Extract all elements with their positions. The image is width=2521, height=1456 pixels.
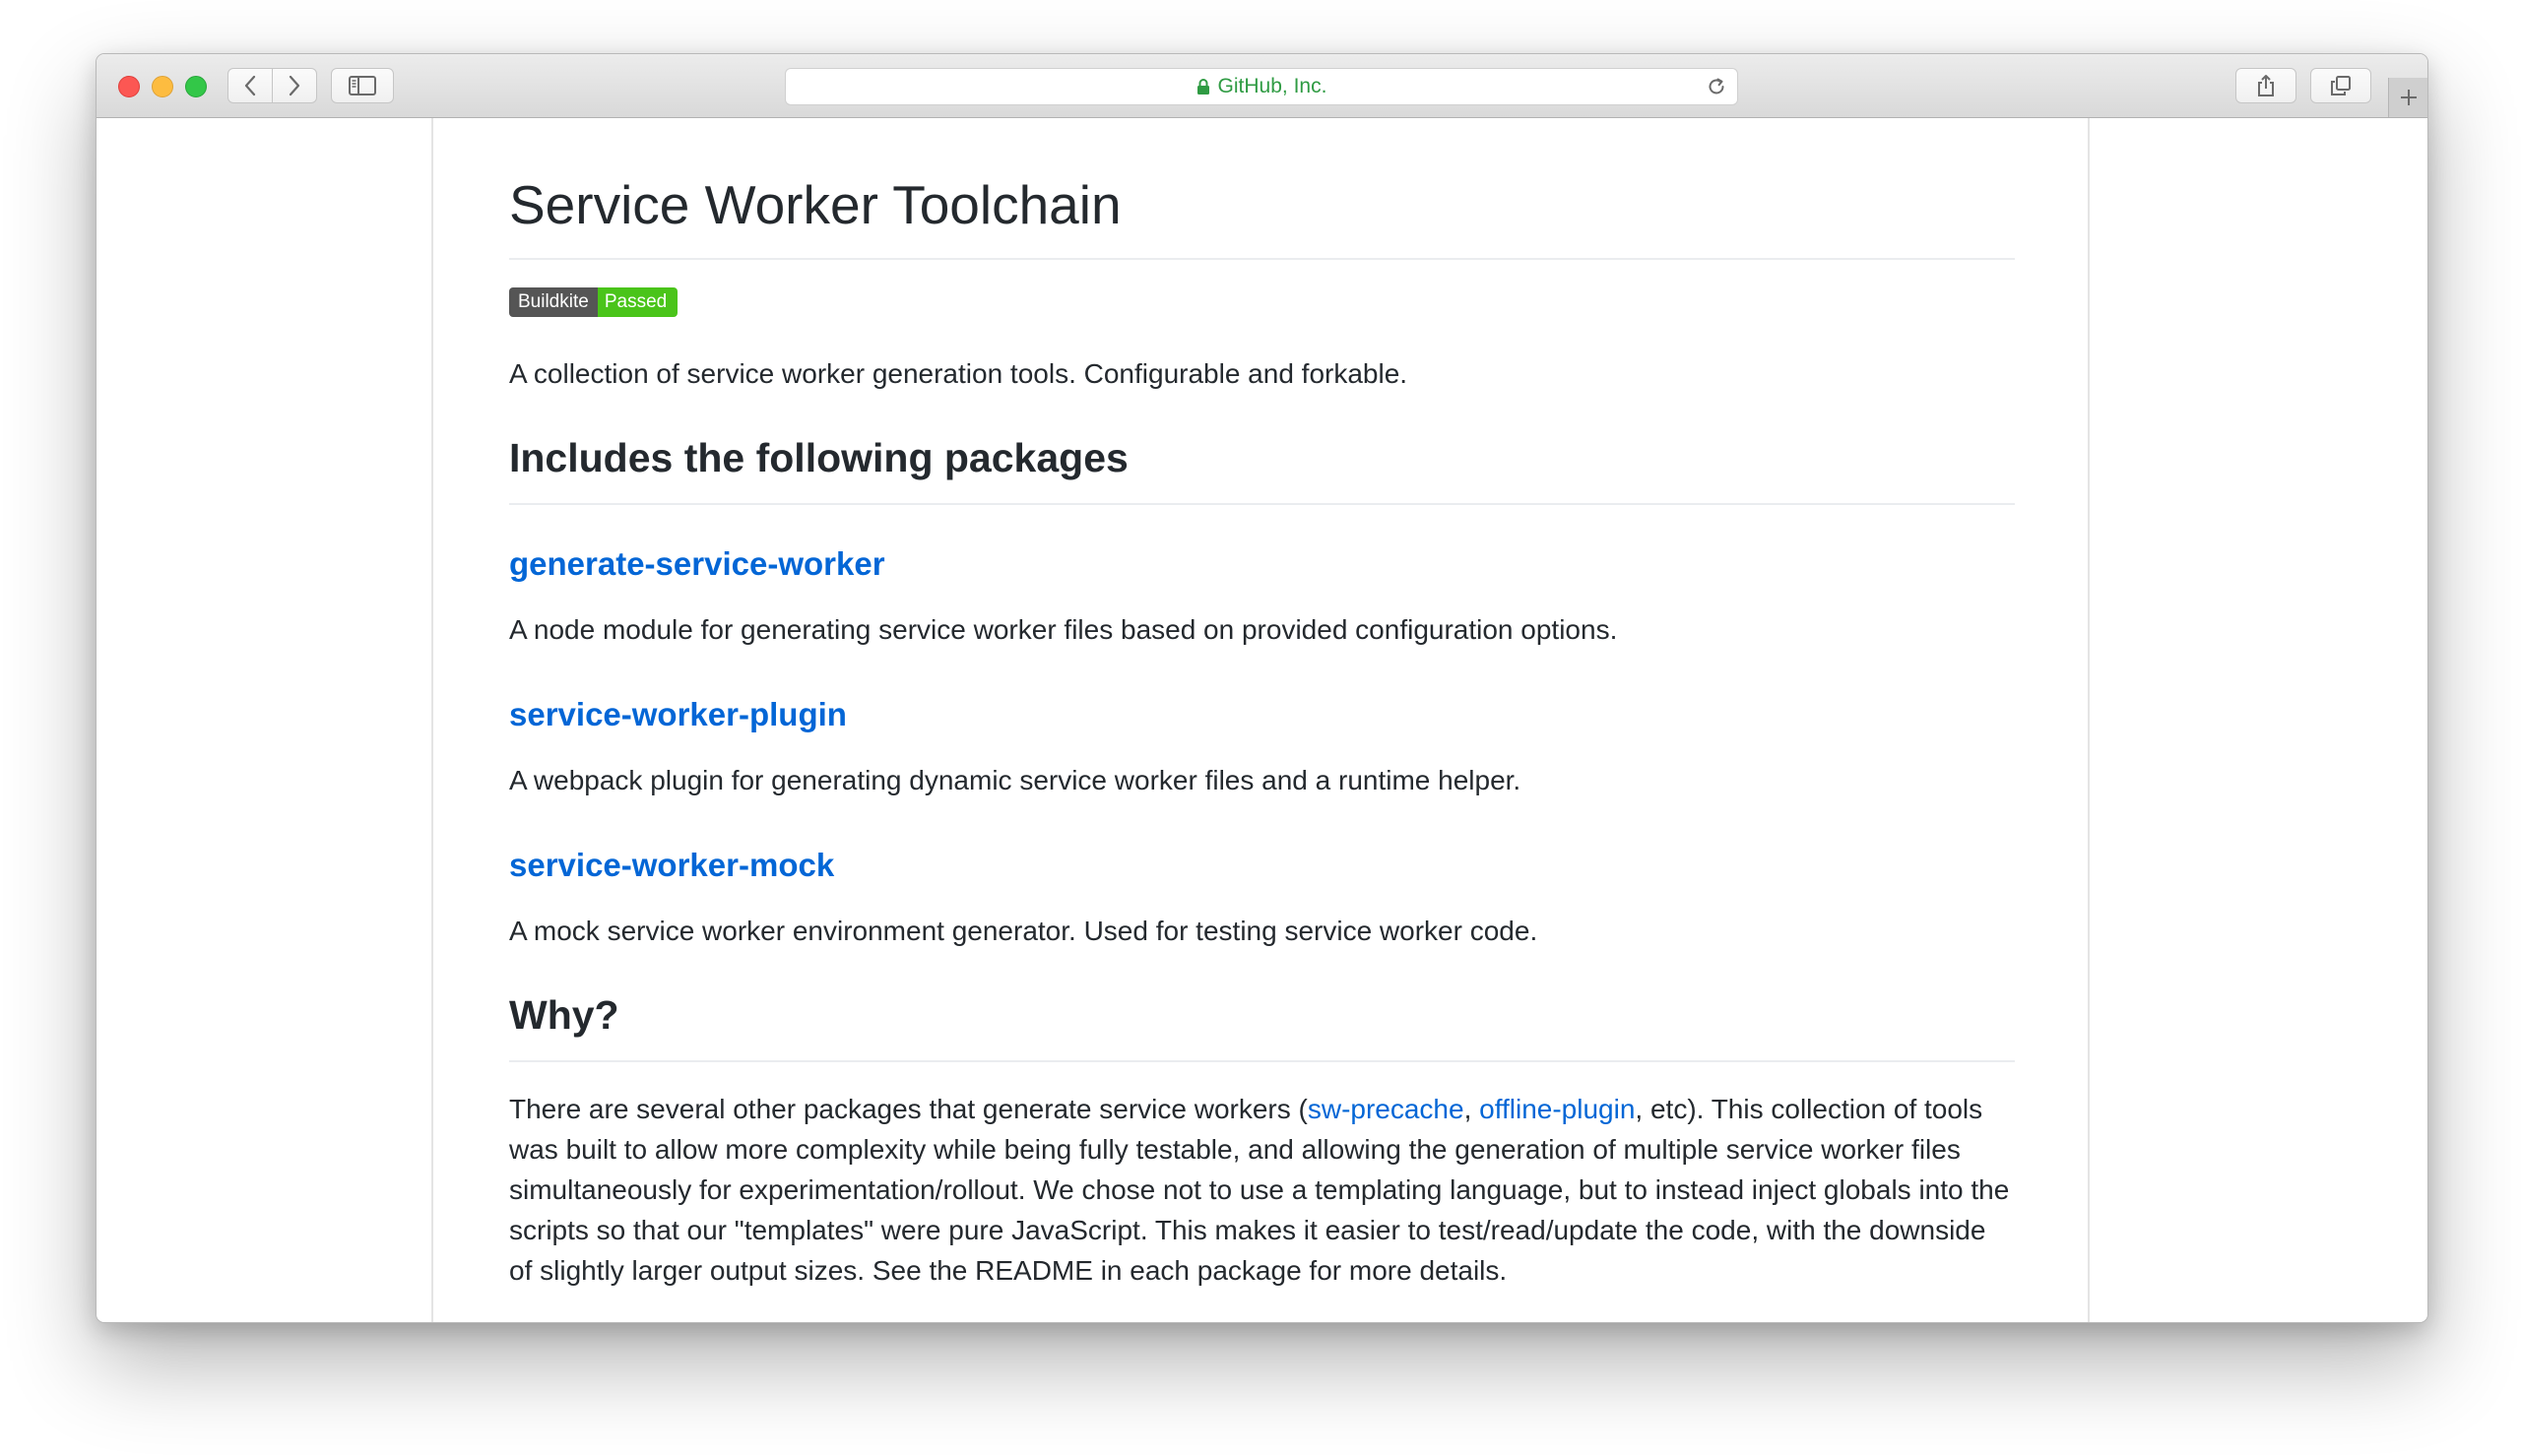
browser-toolbar: GitHub, Inc. [97,54,2427,118]
package-description: A node module for generating service wor… [509,614,1618,645]
address-bar[interactable]: GitHub, Inc. [785,68,1738,105]
page-content: Service Worker Toolchain Buildkite Passe… [97,118,2427,1322]
why-divider [509,1060,2015,1062]
offline-plugin-link[interactable]: offline-plugin [1479,1094,1635,1124]
package-link-service-worker-plugin[interactable]: service-worker-plugin [509,695,847,734]
chevron-right-icon [289,75,300,96]
address-text: GitHub, Inc. [1217,75,1327,97]
minimize-window-button[interactable] [152,76,173,97]
close-window-button[interactable] [118,76,140,97]
sidebar-icon [349,76,376,95]
plus-icon [2400,90,2417,105]
build-status-badge[interactable]: Buildkite Passed [509,287,679,317]
badge-label: Buildkite [509,287,598,317]
sidebar-toggle-button[interactable] [331,68,394,103]
lock-icon [1196,79,1209,95]
tab-overview-button[interactable] [2310,68,2371,103]
badge-status: Passed [597,287,679,317]
why-heading: Why? [509,992,619,1038]
packages-divider [509,503,2015,505]
package-description: A mock service worker environment genera… [509,916,1538,946]
reload-icon[interactable] [1706,76,1727,97]
back-button[interactable] [227,68,273,103]
tabs-icon [2331,76,2351,95]
new-tab-button[interactable] [2388,78,2427,117]
zoom-window-button[interactable] [185,76,207,97]
intro-text: A collection of service worker generatio… [509,358,1408,389]
forward-button[interactable] [272,68,317,103]
address-display: GitHub, Inc. [786,69,1737,104]
page-title: Service Worker Toolchain [509,174,1122,235]
share-icon [2258,75,2274,96]
packages-heading: Includes the following packages [509,435,1129,480]
sw-precache-link[interactable]: sw-precache [1308,1094,1464,1124]
title-divider [509,258,2015,260]
package-link-service-worker-mock[interactable]: service-worker-mock [509,846,834,885]
why-paragraph: There are several other packages that ge… [509,1089,2015,1291]
package-description: A webpack plugin for generating dynamic … [509,765,1521,795]
share-button[interactable] [2235,68,2296,103]
chevron-left-icon [244,75,256,96]
why-text-start: There are several other packages that ge… [509,1094,1308,1124]
why-text-separator: , [1463,1094,1480,1124]
package-link-generate-service-worker[interactable]: generate-service-worker [509,544,885,584]
browser-window: GitHub, Inc. Service Worker Toolchain Bu… [96,53,2428,1323]
readme-panel: Service Worker Toolchain Buildkite Passe… [431,118,2090,1322]
